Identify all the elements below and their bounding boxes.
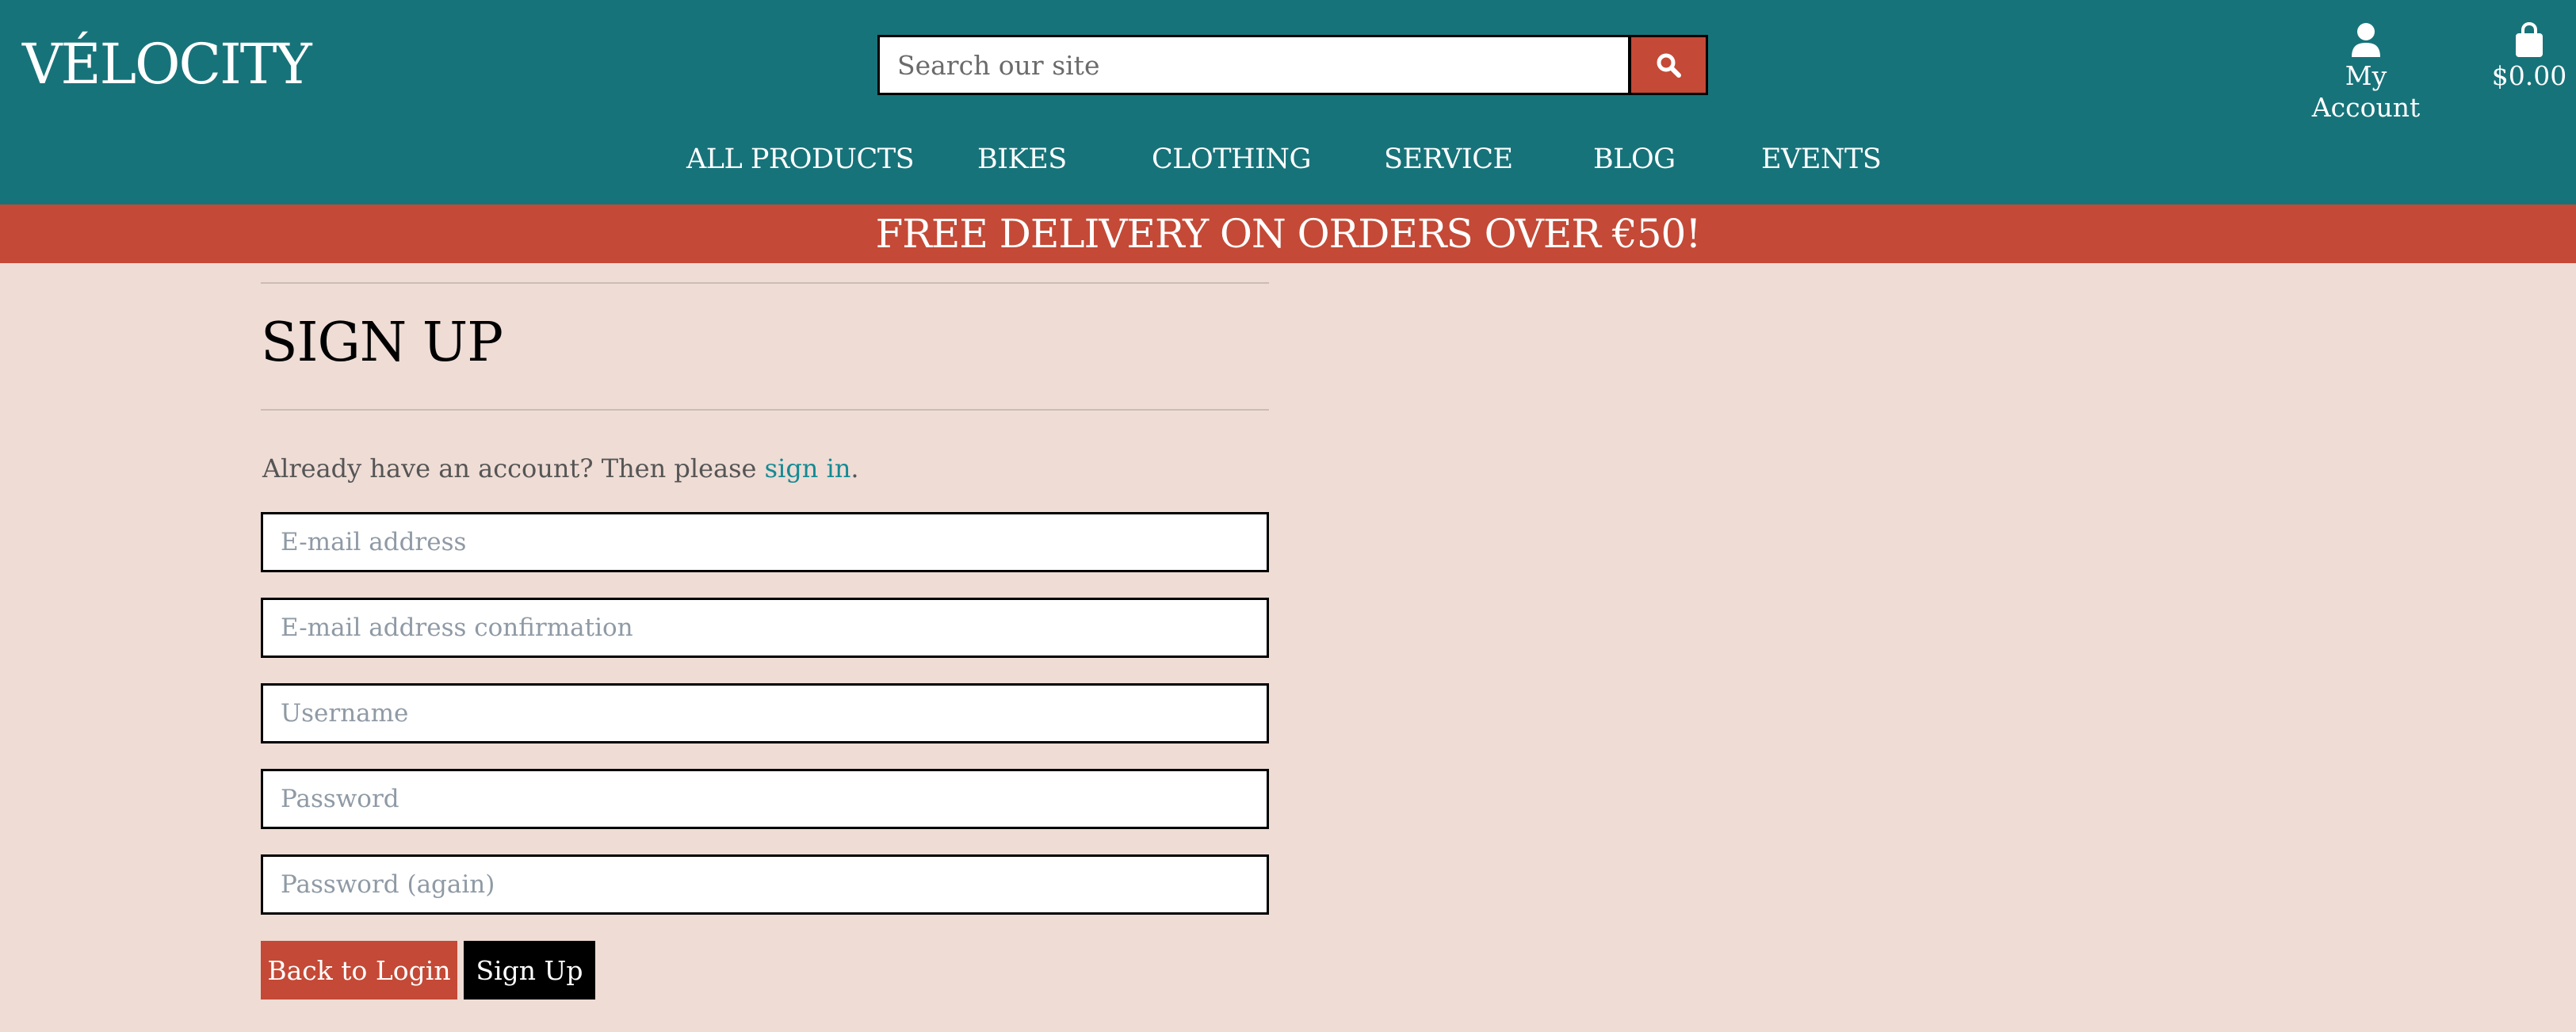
nav-blog[interactable]: BLOG <box>1593 140 1676 179</box>
sign-in-link[interactable]: sign in <box>765 453 851 484</box>
password-field[interactable] <box>261 769 1269 829</box>
site-logo[interactable]: VÉLOCITY <box>22 29 312 100</box>
search-input[interactable] <box>877 35 1630 95</box>
nav-events[interactable]: EVENTS <box>1761 140 1882 179</box>
shopping-bag-link[interactable]: $0.00 <box>2486 22 2573 92</box>
signin-prompt: Already have an account? Then please sig… <box>262 449 859 488</box>
my-account-label: My Account <box>2311 60 2421 123</box>
search-icon <box>1657 53 1681 78</box>
divider <box>261 409 1269 411</box>
shopping-bag-icon <box>2516 22 2543 57</box>
free-delivery-banner: FREE DELIVERY ON ORDERS OVER €50! <box>0 204 2576 263</box>
site-header: VÉLOCITY My Account $0.00 ALL PRODUCTS B… <box>0 0 2576 204</box>
main-nav: ALL PRODUCTS BIKES CLOTHING SERVICE BLOG… <box>0 140 2576 179</box>
nav-service[interactable]: SERVICE <box>1384 140 1513 179</box>
my-account-link[interactable]: My Account <box>2291 22 2441 124</box>
nav-bikes[interactable]: BIKES <box>977 140 1067 179</box>
sign-up-button[interactable]: Sign Up <box>464 941 595 1000</box>
email-field[interactable] <box>261 512 1269 572</box>
nav-clothing[interactable]: CLOTHING <box>1152 140 1312 179</box>
search-form <box>877 35 1708 95</box>
username-field[interactable] <box>261 683 1269 743</box>
signin-prompt-text: Already have an account? Then please <box>262 453 765 484</box>
password-again-field[interactable] <box>261 854 1269 915</box>
user-icon <box>2352 23 2380 57</box>
search-button[interactable] <box>1629 35 1708 95</box>
nav-all-products[interactable]: ALL PRODUCTS <box>686 140 915 179</box>
bag-total: $0.00 <box>2491 60 2567 91</box>
divider <box>261 282 1269 284</box>
email-confirm-field[interactable] <box>261 598 1269 658</box>
back-to-login-button[interactable]: Back to Login <box>261 941 457 1000</box>
page-title: SIGN UP <box>261 312 503 374</box>
signin-prompt-period: . <box>850 453 859 484</box>
